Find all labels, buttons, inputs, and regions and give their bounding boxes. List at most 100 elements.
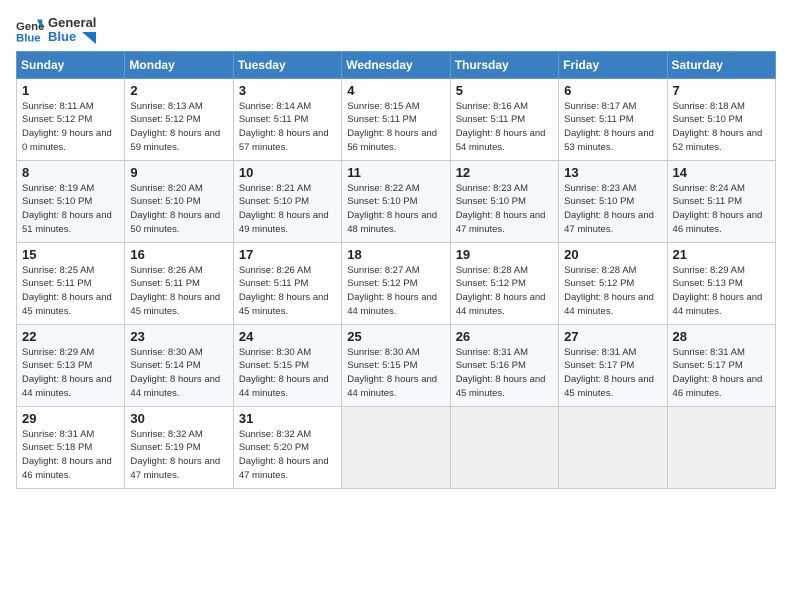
- cell-info: Sunrise: 8:30 AMSunset: 5:15 PMDaylight:…: [239, 346, 336, 401]
- calendar-container: General Blue General Blue SundayMondayTu…: [0, 0, 792, 612]
- logo-blue: Blue: [48, 30, 96, 44]
- calendar-cell: 11Sunrise: 8:22 AMSunset: 5:10 PMDayligh…: [342, 160, 450, 242]
- day-header-wednesday: Wednesday: [342, 51, 450, 78]
- day-number: 25: [347, 329, 444, 344]
- cell-info: Sunrise: 8:11 AMSunset: 5:12 PMDaylight:…: [22, 100, 119, 155]
- day-number: 23: [130, 329, 227, 344]
- day-number: 29: [22, 411, 119, 426]
- cell-info: Sunrise: 8:23 AMSunset: 5:10 PMDaylight:…: [456, 182, 553, 237]
- logo-icon: General Blue: [16, 16, 44, 44]
- calendar-week-2: 8Sunrise: 8:19 AMSunset: 5:10 PMDaylight…: [17, 160, 776, 242]
- calendar-cell: 1Sunrise: 8:11 AMSunset: 5:12 PMDaylight…: [17, 78, 125, 160]
- logo-arrow-icon: [82, 32, 96, 44]
- header: General Blue General Blue: [16, 16, 776, 45]
- calendar-week-1: 1Sunrise: 8:11 AMSunset: 5:12 PMDaylight…: [17, 78, 776, 160]
- day-number: 7: [673, 83, 770, 98]
- header-row: SundayMondayTuesdayWednesdayThursdayFrid…: [17, 51, 776, 78]
- calendar-cell: 13 Sunrise: 8:23 AMSunset: 5:10 PMDayligh…: [559, 160, 667, 242]
- day-header-friday: Friday: [559, 51, 667, 78]
- cell-info: Sunrise: 8:28 AMSunset: 5:12 PMDaylight:…: [456, 264, 553, 319]
- calendar-cell: 28Sunrise: 8:31 AMSunset: 5:17 PMDayligh…: [667, 324, 775, 406]
- calendar-cell: 26 Sunrise: 8:31 AMSunset: 5:16 PMDayligh…: [450, 324, 558, 406]
- day-number: 3: [239, 83, 336, 98]
- cell-info: Sunrise: 8:16 AMSunset: 5:11 PMDaylight:…: [456, 100, 553, 155]
- calendar-cell: 23 Sunrise: 8:30 AMSunset: 5:14 PMDayligh…: [125, 324, 233, 406]
- day-number: 13: [564, 165, 661, 180]
- calendar-cell: 18 Sunrise: 8:27 AMSunset: 5:12 PMDayligh…: [342, 242, 450, 324]
- cell-info: Sunrise: 8:30 AMSunset: 5:15 PMDaylight:…: [347, 346, 444, 401]
- cell-info: Sunrise: 8:28 AMSunset: 5:12 PMDaylight:…: [564, 264, 661, 319]
- day-number: 26: [456, 329, 553, 344]
- day-number: 6: [564, 83, 661, 98]
- day-number: 14: [673, 165, 770, 180]
- cell-info: Sunrise: 8:29 AMSunset: 5:13 PMDaylight:…: [22, 346, 119, 401]
- day-header-saturday: Saturday: [667, 51, 775, 78]
- day-number: 18: [347, 247, 444, 262]
- calendar-week-5: 29 Sunrise: 8:31 AMSunset: 5:18 PMDayligh…: [17, 406, 776, 488]
- calendar-cell: 5Sunrise: 8:16 AMSunset: 5:11 PMDaylight…: [450, 78, 558, 160]
- day-number: 2: [130, 83, 227, 98]
- cell-info: Sunrise: 8:31 AMSunset: 5:17 PMDaylight:…: [673, 346, 770, 401]
- day-number: 8: [22, 165, 119, 180]
- day-number: 17: [239, 247, 336, 262]
- day-number: 11: [347, 165, 444, 180]
- calendar-cell: 30 Sunrise: 8:32 AMSunset: 5:19 PMDayligh…: [125, 406, 233, 488]
- cell-info: Sunrise: 8:15 AMSunset: 5:11 PMDaylight:…: [347, 100, 444, 155]
- calendar-cell: 12 Sunrise: 8:23 AMSunset: 5:10 PMDayligh…: [450, 160, 558, 242]
- calendar-cell: 8Sunrise: 8:19 AMSunset: 5:10 PMDaylight…: [17, 160, 125, 242]
- cell-info: Sunrise: 8:20 AMSunset: 5:10 PMDaylight:…: [130, 182, 227, 237]
- cell-info: Sunrise: 8:30 AMSunset: 5:14 PMDaylight:…: [130, 346, 227, 401]
- day-number: 9: [130, 165, 227, 180]
- calendar-cell: 3 Sunrise: 8:14 AMSunset: 5:11 PMDaylight…: [233, 78, 341, 160]
- calendar-cell: 20 Sunrise: 8:28 AMSunset: 5:12 PMDayligh…: [559, 242, 667, 324]
- cell-info: Sunrise: 8:23 AMSunset: 5:10 PMDaylight:…: [564, 182, 661, 237]
- cell-info: Sunrise: 8:31 AMSunset: 5:16 PMDaylight:…: [456, 346, 553, 401]
- day-number: 27: [564, 329, 661, 344]
- day-header-monday: Monday: [125, 51, 233, 78]
- calendar-cell: [559, 406, 667, 488]
- calendar-cell: [667, 406, 775, 488]
- cell-info: Sunrise: 8:29 AMSunset: 5:13 PMDaylight:…: [673, 264, 770, 319]
- day-number: 10: [239, 165, 336, 180]
- calendar-cell: 7Sunrise: 8:18 AMSunset: 5:10 PMDaylight…: [667, 78, 775, 160]
- logo: General Blue General Blue: [16, 16, 96, 45]
- cell-info: Sunrise: 8:26 AMSunset: 5:11 PMDaylight:…: [130, 264, 227, 319]
- cell-info: Sunrise: 8:21 AMSunset: 5:10 PMDaylight:…: [239, 182, 336, 237]
- calendar-week-4: 22 Sunrise: 8:29 AMSunset: 5:13 PMDayligh…: [17, 324, 776, 406]
- cell-info: Sunrise: 8:32 AMSunset: 5:19 PMDaylight:…: [130, 428, 227, 483]
- calendar-cell: 6 Sunrise: 8:17 AMSunset: 5:11 PMDaylight…: [559, 78, 667, 160]
- day-number: 15: [22, 247, 119, 262]
- calendar-week-3: 15 Sunrise: 8:25 AMSunset: 5:11 PMDayligh…: [17, 242, 776, 324]
- cell-info: Sunrise: 8:25 AMSunset: 5:11 PMDaylight:…: [22, 264, 119, 319]
- calendar-cell: 21 Sunrise: 8:29 AMSunset: 5:13 PMDayligh…: [667, 242, 775, 324]
- day-number: 20: [564, 247, 661, 262]
- calendar-cell: 29 Sunrise: 8:31 AMSunset: 5:18 PMDayligh…: [17, 406, 125, 488]
- logo-general: General: [48, 16, 96, 30]
- calendar-cell: 17 Sunrise: 8:26 AMSunset: 5:11 PMDayligh…: [233, 242, 341, 324]
- calendar-cell: 31Sunrise: 8:32 AMSunset: 5:20 PMDayligh…: [233, 406, 341, 488]
- day-number: 30: [130, 411, 227, 426]
- calendar-cell: 15 Sunrise: 8:25 AMSunset: 5:11 PMDayligh…: [17, 242, 125, 324]
- calendar-cell: 4 Sunrise: 8:15 AMSunset: 5:11 PMDaylight…: [342, 78, 450, 160]
- cell-info: Sunrise: 8:31 AMSunset: 5:18 PMDaylight:…: [22, 428, 119, 483]
- cell-info: Sunrise: 8:17 AMSunset: 5:11 PMDaylight:…: [564, 100, 661, 155]
- day-header-tuesday: Tuesday: [233, 51, 341, 78]
- calendar-cell: 25 Sunrise: 8:30 AMSunset: 5:15 PMDayligh…: [342, 324, 450, 406]
- calendar-cell: 27 Sunrise: 8:31 AMSunset: 5:17 PMDayligh…: [559, 324, 667, 406]
- cell-info: Sunrise: 8:26 AMSunset: 5:11 PMDaylight:…: [239, 264, 336, 319]
- day-header-thursday: Thursday: [450, 51, 558, 78]
- calendar-cell: 2Sunrise: 8:13 AMSunset: 5:12 PMDaylight…: [125, 78, 233, 160]
- cell-info: Sunrise: 8:27 AMSunset: 5:12 PMDaylight:…: [347, 264, 444, 319]
- day-header-sunday: Sunday: [17, 51, 125, 78]
- day-number: 12: [456, 165, 553, 180]
- calendar-cell: 9 Sunrise: 8:20 AMSunset: 5:10 PMDaylight…: [125, 160, 233, 242]
- day-number: 22: [22, 329, 119, 344]
- cell-info: Sunrise: 8:14 AMSunset: 5:11 PMDaylight:…: [239, 100, 336, 155]
- calendar-cell: 14Sunrise: 8:24 AMSunset: 5:11 PMDayligh…: [667, 160, 775, 242]
- calendar-cell: 19 Sunrise: 8:28 AMSunset: 5:12 PMDayligh…: [450, 242, 558, 324]
- cell-info: Sunrise: 8:31 AMSunset: 5:17 PMDaylight:…: [564, 346, 661, 401]
- day-number: 19: [456, 247, 553, 262]
- day-number: 4: [347, 83, 444, 98]
- calendar-table: SundayMondayTuesdayWednesdayThursdayFrid…: [16, 51, 776, 489]
- day-number: 21: [673, 247, 770, 262]
